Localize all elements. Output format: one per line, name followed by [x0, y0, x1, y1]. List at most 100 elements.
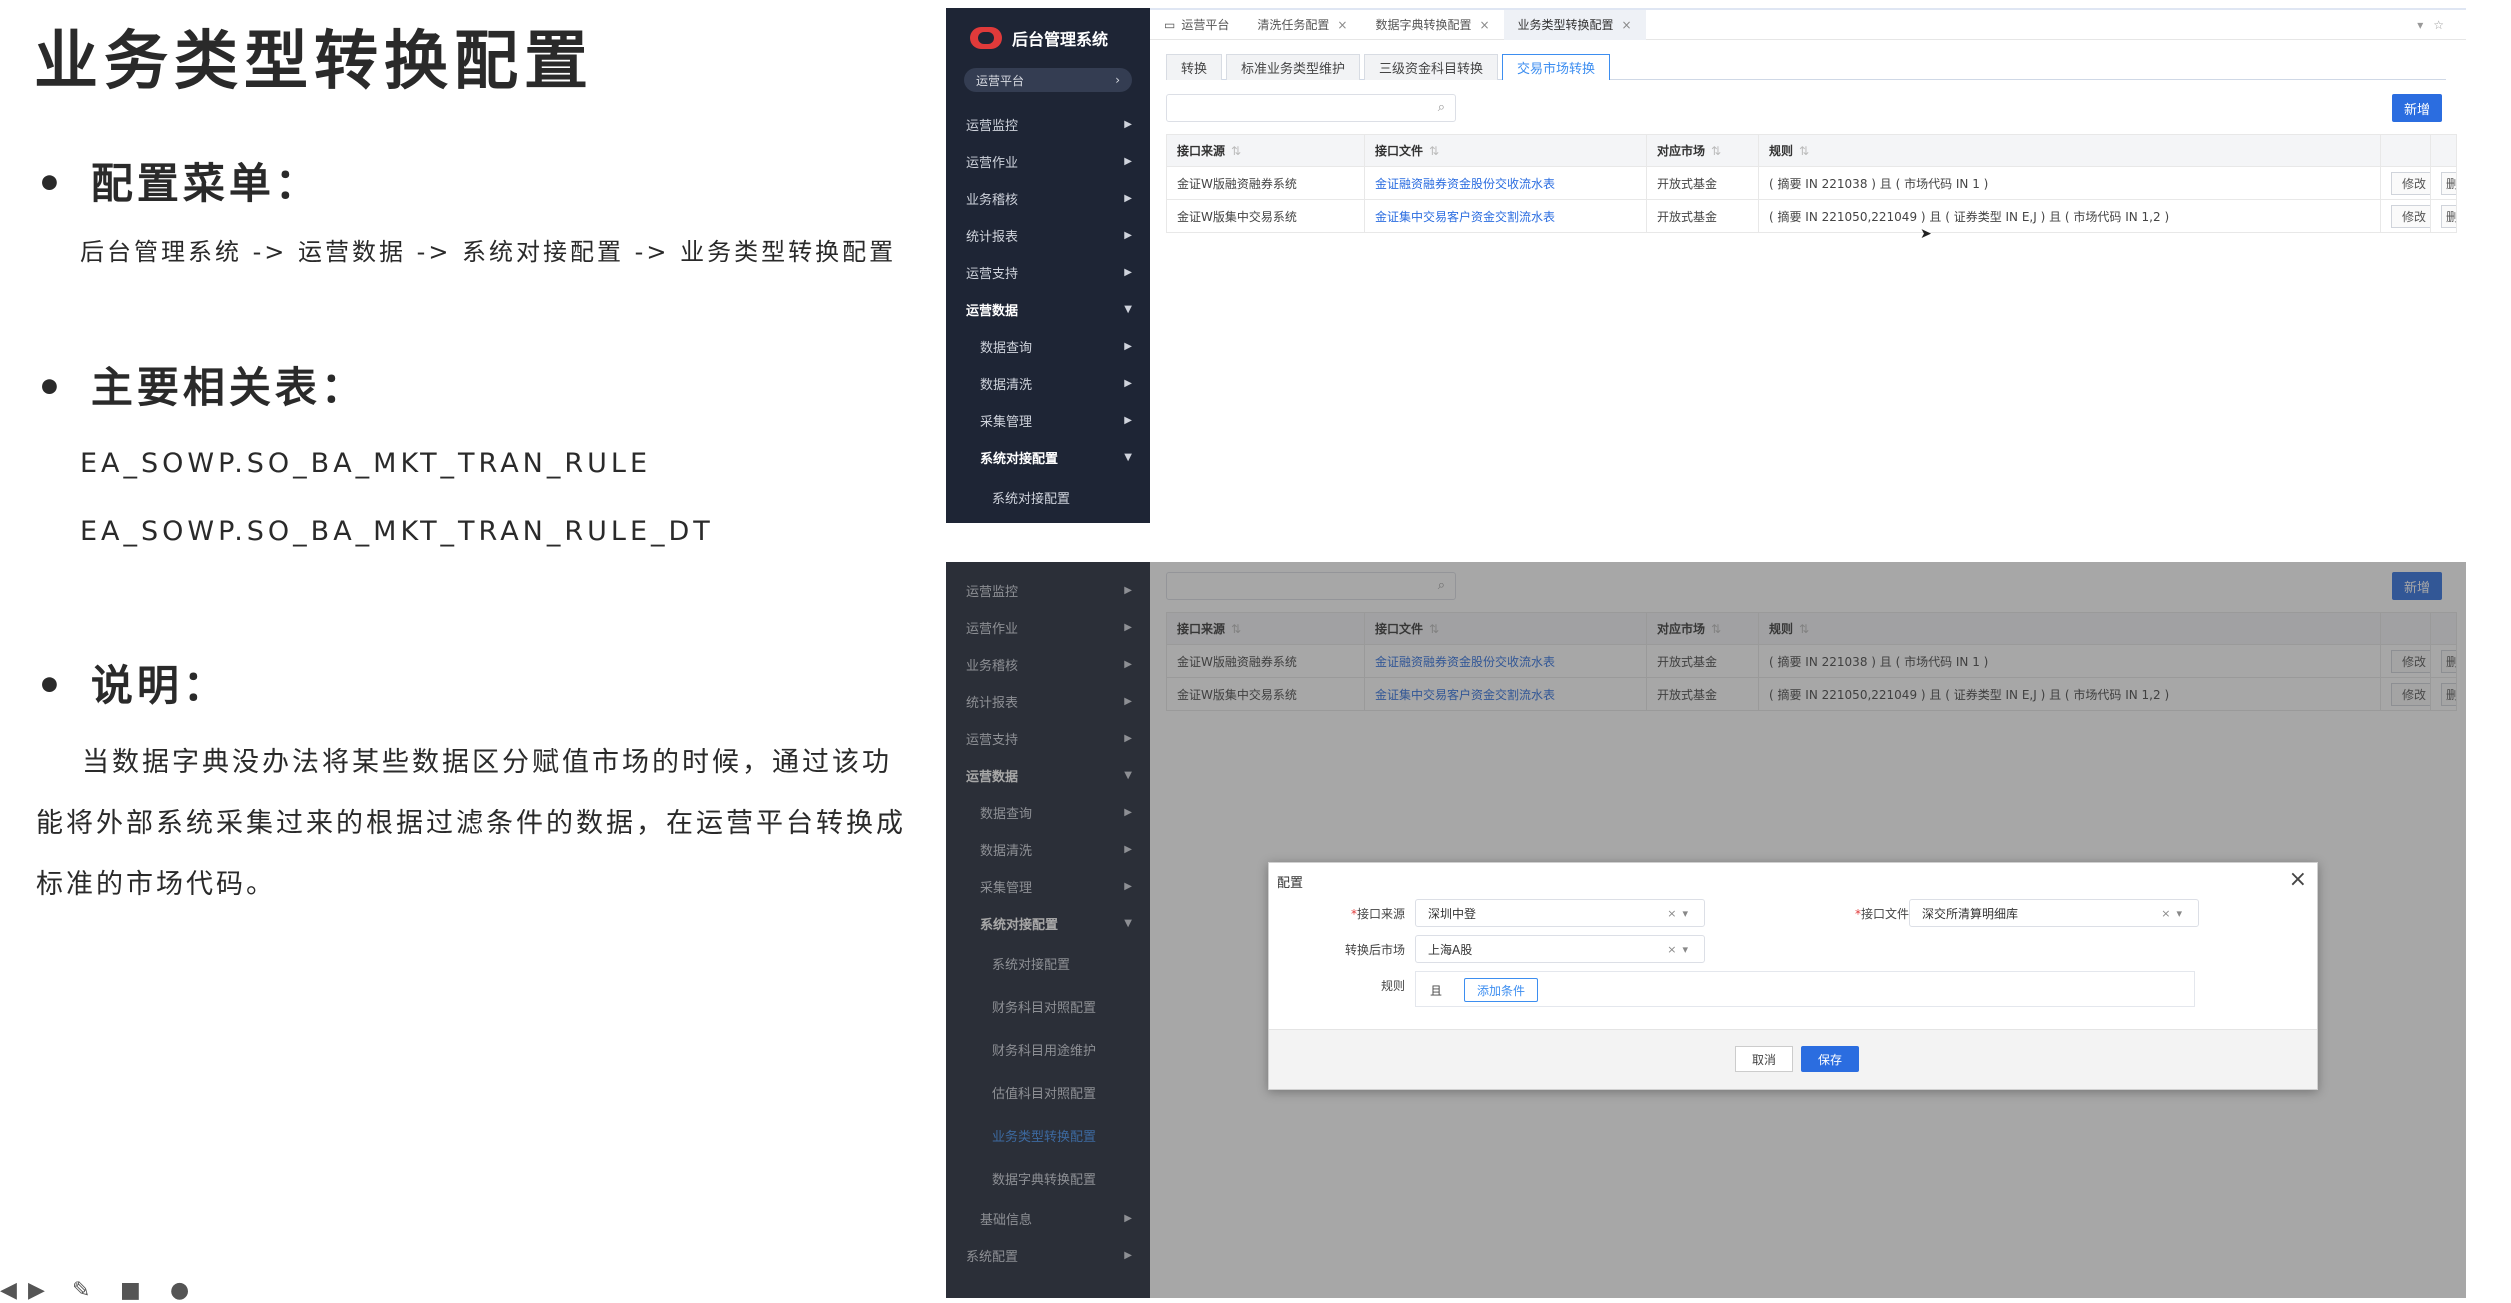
- clear-dropdown-icon[interactable]: ×▾: [1667, 907, 1694, 920]
- subtab-convert[interactable]: 转换: [1166, 54, 1223, 80]
- more-icon[interactable]: ●: [170, 1278, 189, 1303]
- rules-table: 接口来源 ⇅ 接口文件 ⇅ 对应市场 ⇅ 规则 ⇅ 金证W版融资融券系统 金证融资融券资…: [1166, 134, 2457, 233]
- nav-item[interactable]: 业务稽核 ▶: [946, 180, 1150, 217]
- add-button[interactable]: 新增: [2392, 94, 2442, 122]
- table-row: 金证W版融资融券系统 金证融资融券资金股份交收流水表 开放式基金 ( 摘要 IN…: [1166, 166, 2457, 200]
- col-header[interactable]: 规则 ⇅: [1758, 134, 2381, 167]
- tab-tools: ▾☆: [2417, 18, 2466, 32]
- page-tab-clean-task[interactable]: 清洗任务配置 ×: [1243, 10, 1361, 40]
- nav-item[interactable]: 统计报表 ▶: [946, 217, 1150, 254]
- clear-dropdown-icon[interactable]: ×▾: [2161, 907, 2188, 920]
- edit-button[interactable]: 修改: [2391, 204, 2430, 228]
- platform-switch[interactable]: 运营平台 ›: [964, 68, 1132, 92]
- nav-label: 系统对接配置: [992, 492, 1071, 507]
- edit-button[interactable]: 修改: [2391, 171, 2430, 195]
- nav-subitem[interactable]: 数据清洗 ▶: [946, 365, 1150, 402]
- cell-source: 金证W版融资融券系统: [1166, 166, 1365, 200]
- delete-button[interactable]: 删: [2441, 204, 2456, 228]
- subtab-market-convert[interactable]: 交易市场转换: [1502, 54, 1611, 80]
- description-paragraph: 当数据字典没办法将某些数据区分赋值市场的时候，通过该功能将外部系统采集过来的根据…: [36, 747, 906, 900]
- slide-title: 业务类型转换配置: [34, 25, 594, 99]
- search-input[interactable]: ⌕: [1166, 94, 1456, 122]
- camera-icon[interactable]: ■: [120, 1278, 141, 1303]
- col-header[interactable]: 接口来源 ⇅: [1166, 134, 1365, 167]
- sub-tabs: 转换 标准业务类型维护 三级资金科目转换 交易市场转换: [1166, 54, 2446, 80]
- bullet-related-tables: 主要相关表：: [36, 354, 367, 415]
- rule-editor: 且 添加条件: [1415, 971, 2195, 1007]
- tab-label: 运营平台: [1181, 18, 1230, 32]
- nav-leaf[interactable]: 系统对接配置: [946, 476, 1150, 519]
- close-icon[interactable]: ×: [1337, 18, 1347, 32]
- nav-item[interactable]: 运营作业 ▶: [946, 143, 1150, 180]
- add-condition-button[interactable]: 添加条件: [1464, 978, 1539, 1002]
- source-select[interactable]: 深圳中登 ×▾: [1415, 899, 1705, 927]
- brand-name: 后台管理系统: [1012, 30, 1109, 49]
- close-icon[interactable]: ×: [1622, 18, 1632, 32]
- caret-right-icon: ▶: [1124, 341, 1132, 352]
- delete-button[interactable]: 删: [2441, 171, 2456, 195]
- close-icon[interactable]: ×: [2289, 867, 2307, 892]
- cell-delete: 删: [2430, 199, 2457, 233]
- dialog-footer: 取消 保存: [1269, 1029, 2317, 1089]
- cell-file-link[interactable]: 金证集中交易客户资金交割流水表: [1364, 199, 1647, 233]
- close-icon[interactable]: ×: [1479, 18, 1489, 32]
- col-header[interactable]: 接口文件 ⇅: [1364, 134, 1647, 167]
- brand-logo-icon: [970, 27, 1002, 49]
- nav-subitem[interactable]: 数据查询 ▶: [946, 328, 1150, 365]
- page-tab-platform[interactable]: ▭ 运营平台: [1150, 10, 1243, 40]
- clear-dropdown-icon[interactable]: ×▾: [1667, 943, 1694, 956]
- dropdown-icon[interactable]: ▾: [2417, 18, 2433, 32]
- nav-item[interactable]: 运营支持 ▶: [946, 254, 1150, 291]
- col-header-action: [2380, 134, 2431, 167]
- save-button[interactable]: 保存: [1801, 1046, 1859, 1072]
- sort-icon: ⇅: [1429, 144, 1440, 158]
- file-value: 深交所清算明细库: [1922, 906, 2019, 921]
- nav-subitem-system-config[interactable]: 系统对接配置 ▼: [946, 439, 1150, 476]
- caret-right-icon: ▶: [1124, 415, 1132, 426]
- table-header: 接口来源 ⇅ 接口文件 ⇅ 对应市场 ⇅ 规则 ⇅: [1166, 134, 2457, 167]
- source-value: 深圳中登: [1428, 906, 1477, 921]
- app-screenshot-list: 后台管理系统 运营平台 › 运营监控 ▶ 运营作业 ▶ 业务稽核 ▶ 统计报表 ▶ 运营…: [946, 8, 2466, 523]
- file-label: *接口文件: [1854, 907, 1909, 921]
- cell-market: 开放式基金: [1646, 166, 1759, 200]
- page-tab-dict-convert[interactable]: 数据字典转换配置 ×: [1361, 10, 1503, 40]
- star-icon[interactable]: ☆: [2433, 18, 2454, 32]
- brand: 后台管理系统: [946, 8, 1150, 68]
- tab-label: 数据字典转换配置: [1375, 18, 1472, 32]
- search-row: ⌕ 新增: [1166, 94, 2450, 124]
- nav-item-ops-data[interactable]: 运营数据 ▼: [946, 291, 1150, 328]
- nav-item[interactable]: 运营监控 ▶: [946, 106, 1150, 143]
- source-label: *接口来源: [1350, 907, 1405, 921]
- slide-media-controls: ◀ ▶ ✎ ■ ●: [0, 1278, 220, 1303]
- cell-file-link[interactable]: 金证融资融券资金股份交收流水表: [1364, 166, 1647, 200]
- chevron-right-icon: ›: [1115, 73, 1120, 87]
- cell-edit: 修改: [2380, 166, 2431, 200]
- bullet-config-menu: 配置菜单：: [36, 150, 321, 211]
- file-select[interactable]: 深交所清算明细库 ×▾: [1909, 899, 2199, 927]
- page-tab-biz-type-convert[interactable]: 业务类型转换配置 ×: [1503, 9, 1646, 40]
- subtab-std-biz-type[interactable]: 标准业务类型维护: [1226, 54, 1361, 80]
- market-select[interactable]: 上海A股 ×▾: [1415, 935, 1705, 963]
- nav-label: 运营监控: [966, 119, 1019, 134]
- sidebar: 后台管理系统 运营平台 › 运营监控 ▶ 运营作业 ▶ 业务稽核 ▶ 统计报表 ▶ 运营…: [946, 8, 1150, 523]
- col-header[interactable]: 对应市场 ⇅: [1646, 134, 1759, 167]
- market-label: 转换后市场: [1344, 943, 1405, 957]
- menu-path-text: 后台管理系统 -> 运营数据 -> 系统对接配置 -> 业务类型转换配置: [80, 238, 897, 266]
- nav-label: 系统对接配置: [980, 452, 1059, 467]
- nav-label: 业务稽核: [966, 193, 1019, 208]
- nav-subitem[interactable]: 采集管理 ▶: [946, 402, 1150, 439]
- monitor-icon: ▭: [1164, 17, 1176, 32]
- pen-icon[interactable]: ✎: [72, 1278, 90, 1303]
- cell-rule: ( 摘要 IN 221050,221049 ) 且 ( 证券类型 IN E,J …: [1758, 199, 2381, 233]
- subtab-fund-subject[interactable]: 三级资金科目转换: [1364, 54, 1499, 80]
- col-header-action: [2430, 134, 2457, 167]
- caret-right-icon: ▶: [1124, 119, 1132, 130]
- nav-label: 运营数据: [966, 304, 1019, 319]
- caret-right-icon: ▶: [1124, 230, 1132, 241]
- tab-label: 业务类型转换配置: [1517, 18, 1614, 32]
- cancel-button[interactable]: 取消: [1735, 1046, 1793, 1072]
- caret-right-icon: ▶: [1124, 193, 1132, 204]
- dialog-title: 配置: [1277, 875, 1304, 891]
- prev-icon[interactable]: ◀: [0, 1278, 17, 1303]
- play-icon[interactable]: ▶: [28, 1278, 45, 1303]
